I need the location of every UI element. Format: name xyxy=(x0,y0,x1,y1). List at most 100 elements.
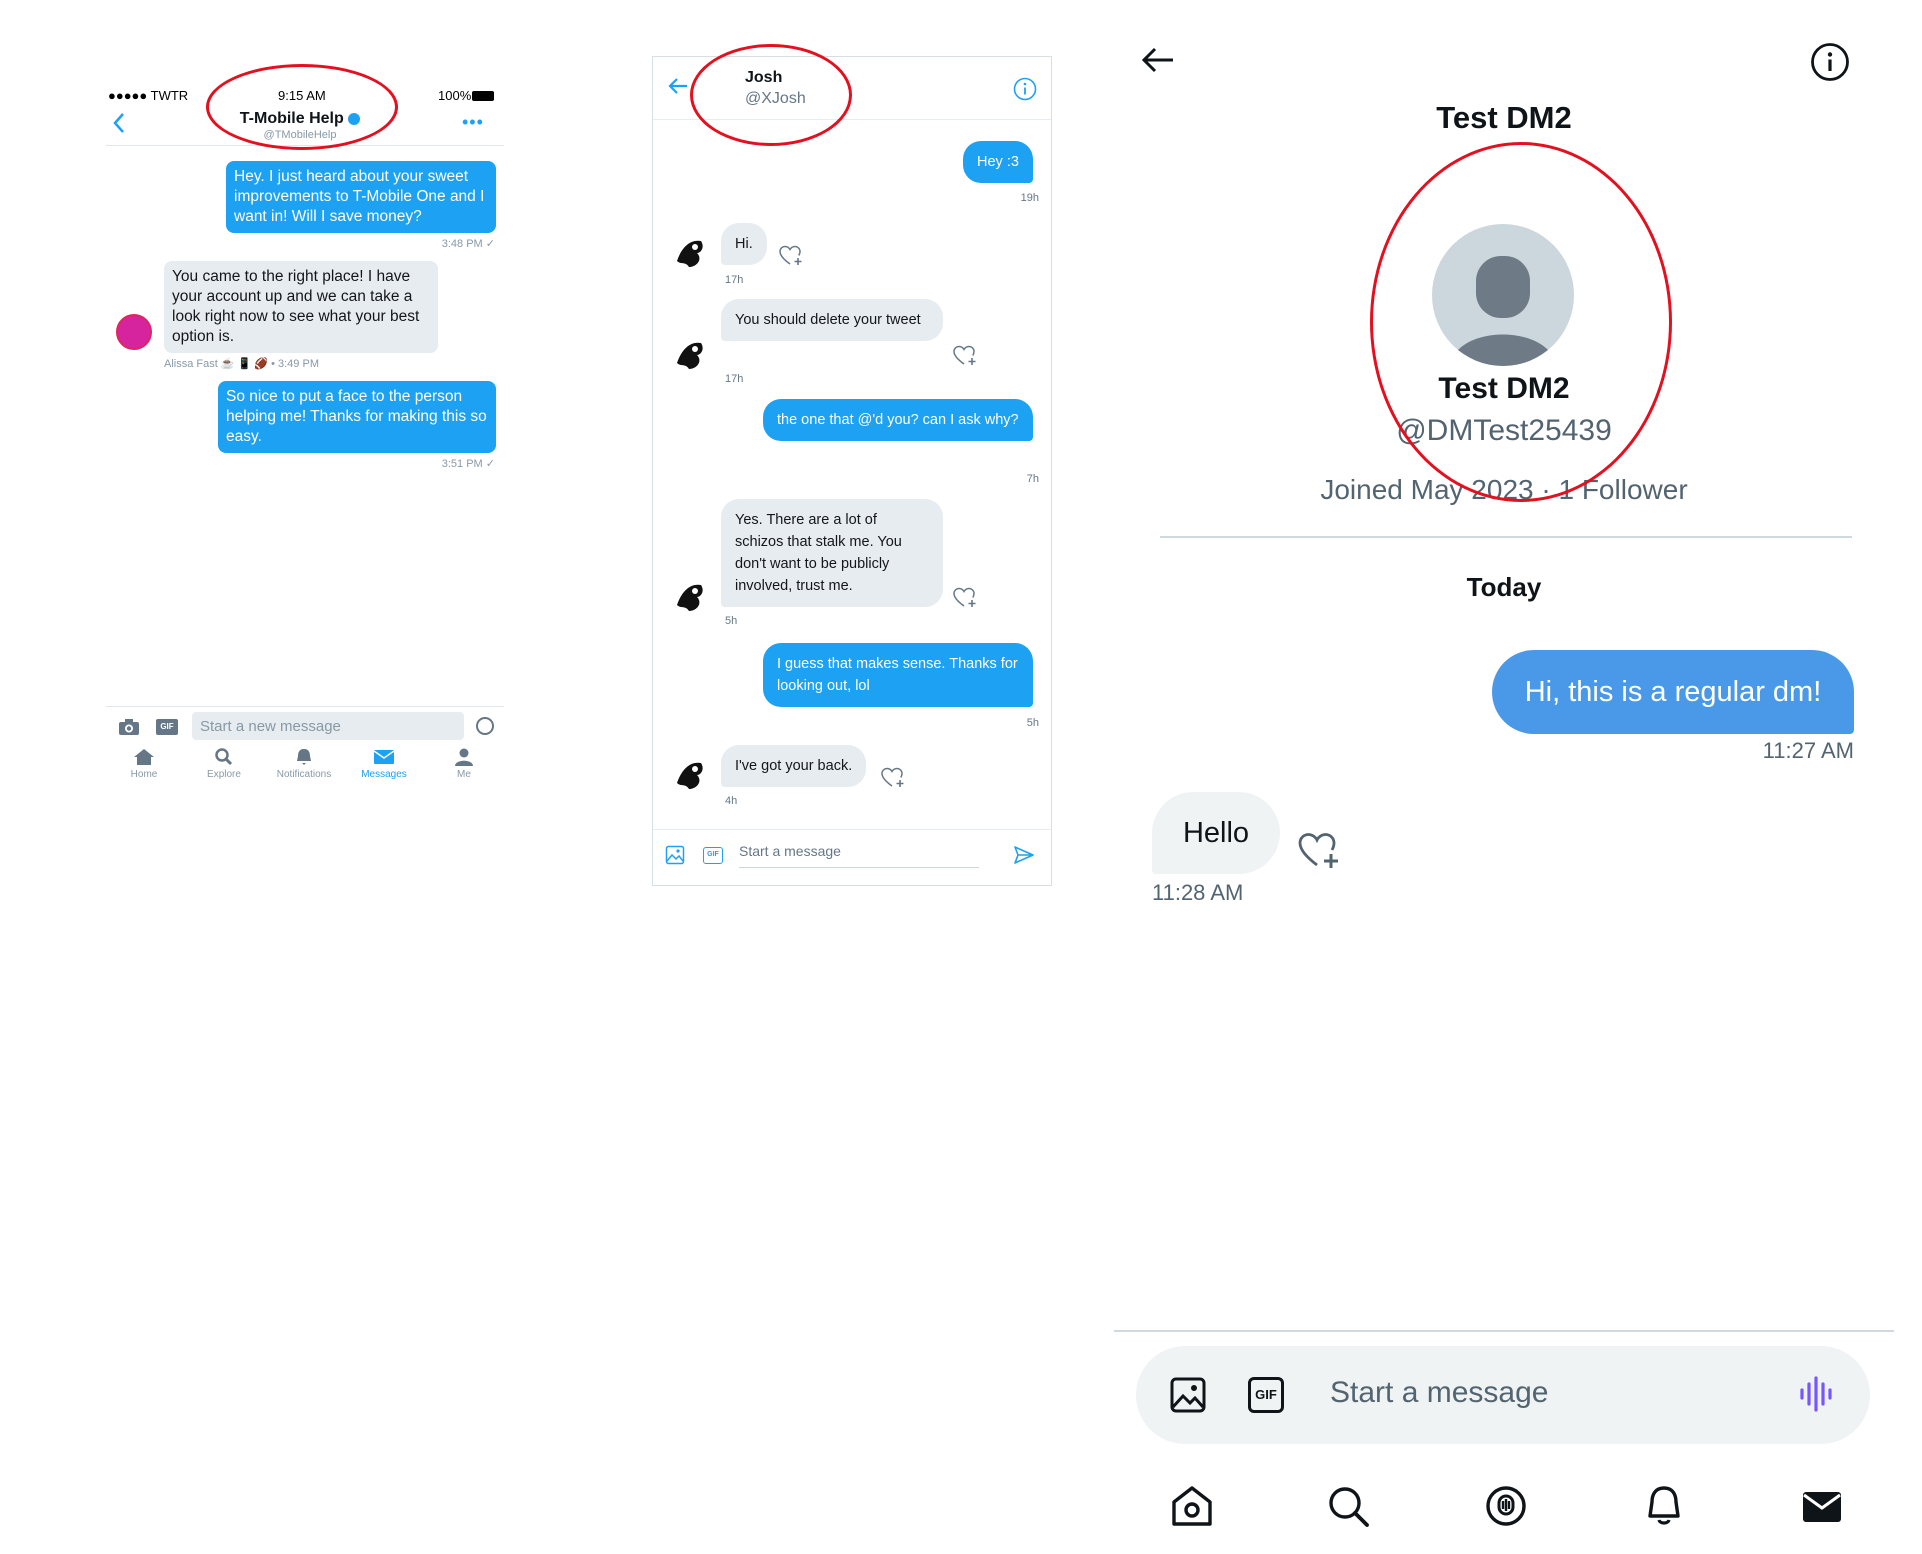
message-bubble-outgoing[interactable]: I guess that makes sense. Thanks for loo… xyxy=(763,643,1033,707)
message-timestamp: 4h xyxy=(725,795,738,807)
nav-messages[interactable] xyxy=(1800,1484,1844,1528)
message-bubble-incoming[interactable]: Hello xyxy=(1152,792,1280,874)
tab-me[interactable]: Me xyxy=(424,748,504,780)
message-timestamp: 17h xyxy=(725,373,744,385)
tab-notifications[interactable]: Notifications xyxy=(264,748,344,780)
heart-add-icon[interactable] xyxy=(881,767,905,794)
gif-button[interactable]: GIF xyxy=(1248,1377,1284,1413)
nav-home[interactable] xyxy=(1170,1484,1214,1528)
tab-home[interactable]: Home xyxy=(104,748,184,780)
home-icon xyxy=(1172,1486,1212,1526)
microphone-icon xyxy=(1486,1486,1526,1526)
day-separator: Today xyxy=(1466,572,1542,602)
message-timestamp: 11:27 AM xyxy=(1762,738,1854,763)
heart-add-icon[interactable] xyxy=(953,587,977,614)
tab-label: Explore xyxy=(207,769,241,780)
gif-button[interactable]: GIF xyxy=(703,847,723,864)
composer-divider xyxy=(653,829,1051,830)
message-input[interactable]: Start a message xyxy=(1330,1376,1750,1410)
message-sender-meta: Alissa Fast ☕ 📱 🏈 • 3:49 PM xyxy=(164,358,319,370)
voice-message-icon[interactable] xyxy=(1798,1376,1834,1417)
bell-icon xyxy=(297,749,311,765)
nav-notifications[interactable] xyxy=(1642,1484,1686,1528)
status-battery: 100% xyxy=(438,88,472,103)
nav-search[interactable] xyxy=(1326,1484,1370,1528)
tab-label: Me xyxy=(457,769,471,780)
more-options-icon[interactable]: ••• xyxy=(462,112,484,133)
heart-add-icon[interactable] xyxy=(779,245,803,272)
message-timestamp: 3:48 PM ✓ xyxy=(441,238,495,250)
message-bubble-incoming[interactable]: I've got your back. xyxy=(721,745,867,787)
chat-header xyxy=(653,57,1051,120)
heart-add-icon[interactable] xyxy=(953,345,977,372)
composer-divider xyxy=(1114,1330,1894,1332)
back-chevron-icon[interactable] xyxy=(112,112,126,139)
message-timestamp: 11:28 AM xyxy=(1152,880,1244,905)
message-timestamp: 7h xyxy=(1026,473,1039,485)
person-icon xyxy=(455,748,473,766)
message-bubble-incoming[interactable]: You should delete your tweet xyxy=(721,299,943,341)
message-timestamp: 5h xyxy=(1026,717,1039,729)
send-icon[interactable] xyxy=(1013,845,1035,870)
home-icon xyxy=(134,749,154,765)
message-timestamp: 3:51 PM ✓ xyxy=(441,458,495,470)
camera-icon[interactable] xyxy=(118,718,140,741)
tab-explore[interactable]: Explore xyxy=(184,748,264,780)
image-icon[interactable] xyxy=(665,845,685,870)
agent-avatar[interactable] xyxy=(116,314,152,350)
gif-button[interactable]: GIF xyxy=(156,719,178,735)
page-title: Test DM2 xyxy=(1436,100,1572,135)
back-arrow-icon[interactable] xyxy=(667,75,689,102)
profile-meta: Joined May 2023 · 1 Follower xyxy=(1320,474,1688,505)
tab-label: Home xyxy=(130,769,158,780)
envelope-icon xyxy=(373,750,395,764)
message-bubble-outgoing[interactable]: the one that @'d you? can I ask why? xyxy=(763,399,1033,441)
info-icon[interactable] xyxy=(1013,77,1037,106)
contact-handle: @TMobileHelp xyxy=(263,129,337,141)
message-timestamp: 17h xyxy=(725,274,744,286)
avatar[interactable] xyxy=(671,333,711,373)
tab-label: Notifications xyxy=(276,769,332,780)
contact-handle: @XJosh xyxy=(745,90,806,107)
status-carrier: ●●●●● TWTR xyxy=(108,88,189,103)
emoji-icon[interactable] xyxy=(476,717,494,735)
panel-josh-chat: Josh @XJosh Hey :3 19h Hi. 17h You shoul… xyxy=(652,56,1052,886)
battery-icon xyxy=(472,91,494,101)
message-timestamp: 5h xyxy=(725,615,738,627)
avatar[interactable] xyxy=(1432,224,1574,366)
profile-handle: @DMTest25439 xyxy=(1396,414,1612,447)
composer-divider xyxy=(106,706,504,707)
default-profile-icon xyxy=(1450,256,1556,366)
verified-badge-icon xyxy=(348,112,361,125)
header-divider xyxy=(106,145,504,146)
image-icon[interactable] xyxy=(1170,1377,1206,1418)
message-bubble-incoming[interactable]: You came to the right place! I have your… xyxy=(164,261,438,353)
tab-label: Messages xyxy=(361,769,407,780)
avatar[interactable] xyxy=(671,575,711,615)
message-bubble-incoming[interactable]: Yes. There are a lot of schizos that sta… xyxy=(721,499,943,607)
nav-spaces[interactable] xyxy=(1484,1484,1528,1528)
avatar[interactable] xyxy=(671,753,711,793)
avatar[interactable] xyxy=(671,231,711,271)
heart-add-icon[interactable] xyxy=(1298,832,1340,875)
back-arrow-icon[interactable] xyxy=(1140,42,1176,83)
status-time: 9:15 AM xyxy=(278,88,326,103)
contact-name: T-Mobile Help xyxy=(239,110,344,127)
message-bubble-outgoing[interactable]: Hi, this is a regular dm! xyxy=(1492,650,1854,734)
search-icon xyxy=(215,748,233,766)
message-bubble-incoming[interactable]: Hi. xyxy=(721,223,767,265)
message-bubble-outgoing[interactable]: Hey. I just heard about your sweet impro… xyxy=(226,161,496,233)
envelope-icon xyxy=(1803,1492,1841,1522)
info-icon[interactable] xyxy=(1810,42,1850,87)
conversation-header: T-Mobile Help @TMobileHelp xyxy=(210,110,390,141)
tab-messages[interactable]: Messages xyxy=(344,748,424,780)
message-bubble-outgoing[interactable]: So nice to put a face to the person help… xyxy=(218,381,496,453)
message-timestamp: 19h xyxy=(1020,192,1039,204)
divider xyxy=(1160,536,1852,538)
profile-name: Test DM2 xyxy=(1438,372,1570,405)
search-icon xyxy=(1329,1487,1369,1527)
message-bubble-outgoing[interactable]: Hey :3 xyxy=(963,141,1033,183)
message-input[interactable]: Start a message xyxy=(739,843,979,868)
message-input[interactable]: Start a new message xyxy=(192,712,464,740)
contact-name: Josh xyxy=(745,69,783,86)
